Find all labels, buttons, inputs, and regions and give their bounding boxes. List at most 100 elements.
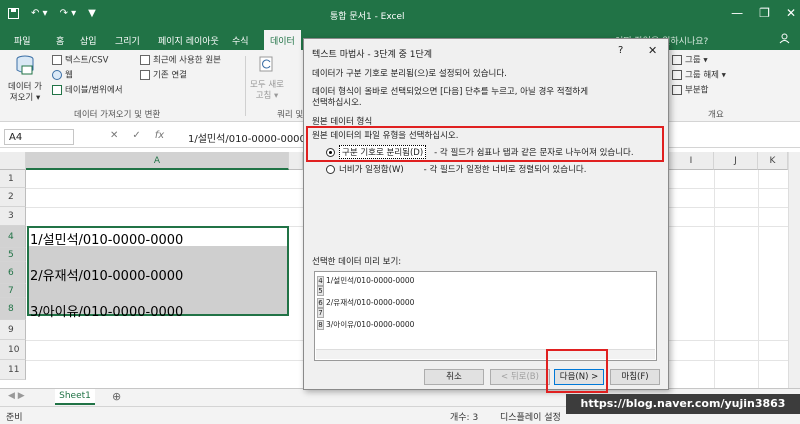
from-text-csv-button[interactable]: 텍스트/CSV bbox=[52, 55, 108, 67]
preview-row-text: 3/아이유/010-0000-0000 bbox=[326, 320, 415, 329]
row-header-9[interactable]: 9 bbox=[0, 320, 26, 340]
from-web-button[interactable]: 웹 bbox=[52, 70, 73, 82]
group-label-outline: 개요 bbox=[708, 110, 724, 120]
name-box[interactable]: A4 bbox=[4, 129, 74, 145]
preview-row-text: 1/설민석/010-0000-0000 bbox=[326, 276, 415, 285]
preview-label: 선택한 데이터 미리 보기: bbox=[312, 257, 402, 267]
insert-function-icon[interactable]: fx bbox=[155, 130, 164, 141]
from-table-button[interactable]: 테이블/범위에서 bbox=[52, 85, 123, 97]
tab-data[interactable]: 데이터 bbox=[264, 30, 301, 50]
formula-bar-buttons: ✕ ✓ fx bbox=[110, 130, 164, 141]
row-header-4[interactable]: 4 bbox=[0, 226, 26, 248]
recent-sources-icon bbox=[140, 55, 150, 65]
redo-button[interactable]: ↷ ▾ bbox=[60, 8, 77, 22]
subtotal-button[interactable]: 부분합 bbox=[672, 85, 708, 97]
subtotal-icon bbox=[672, 85, 682, 95]
group-label: 그룹 ▾ bbox=[685, 55, 708, 66]
radio-delimited-desc: - 각 필드가 쉼표나 탭과 같은 문자로 나누어져 있습니다. bbox=[434, 148, 634, 158]
column-header-a[interactable]: A bbox=[26, 152, 289, 170]
select-all-corner[interactable] bbox=[0, 152, 26, 170]
preview-row-number: 8 bbox=[317, 320, 324, 330]
radio-unselected-icon bbox=[326, 164, 335, 174]
gridline bbox=[714, 170, 715, 388]
dialog-close-button[interactable]: ✕ bbox=[648, 44, 657, 57]
group-icon bbox=[672, 55, 682, 65]
confirm-entry-icon[interactable]: ✓ bbox=[132, 130, 140, 141]
help-button[interactable]: ? bbox=[618, 45, 623, 56]
user-icon[interactable] bbox=[779, 33, 790, 47]
vertical-scrollbar[interactable] bbox=[788, 152, 800, 388]
status-count: 개수: 3 bbox=[450, 413, 479, 423]
sheet-tab-sheet1[interactable]: Sheet1 bbox=[55, 389, 95, 405]
refresh-all-label: 모두 새로 고침 ▾ bbox=[250, 80, 284, 101]
maximize-button[interactable]: ❐ bbox=[759, 6, 770, 20]
group-divider bbox=[245, 56, 246, 116]
undo-button[interactable]: ↶ ▾ bbox=[31, 8, 48, 22]
radio-selected-icon bbox=[326, 147, 335, 157]
minimize-button[interactable]: — bbox=[731, 6, 743, 20]
status-ready: 준비 bbox=[6, 413, 23, 423]
tab-draw[interactable]: 그리기 bbox=[115, 34, 140, 47]
window-controls: — ❐ ✕ bbox=[731, 6, 796, 20]
existing-connections-button[interactable]: 기존 연결 bbox=[140, 70, 187, 82]
add-sheet-button[interactable]: ⊕ bbox=[112, 390, 121, 403]
cell-a4[interactable]: 1/설민석/010-0000-0000 bbox=[30, 229, 183, 248]
finish-button[interactable]: 마침(F) bbox=[610, 369, 660, 385]
title-bar: ↶ ▾ ↷ ▾ ▼ 통합 문서1 - Excel — ❐ ✕ bbox=[0, 0, 800, 30]
refresh-icon bbox=[259, 56, 273, 72]
from-web-label: 웹 bbox=[65, 70, 73, 81]
radio-delimited-label: 구분 기호로 분리됨(D) bbox=[339, 145, 427, 159]
cell-a6[interactable]: 2/유재석/010-0000-0000 bbox=[30, 265, 183, 284]
red-highlight-next bbox=[546, 349, 608, 393]
dialog-info-line-1: 데이터가 구분 기호로 분리됨(으)로 설정되어 있습니다. bbox=[312, 69, 507, 79]
ungroup-button[interactable]: 그룹 해제 ▾ bbox=[672, 70, 726, 82]
column-header-i[interactable]: I bbox=[669, 152, 714, 170]
globe-icon bbox=[52, 70, 62, 80]
tab-page-layout[interactable]: 페이지 레이아웃 bbox=[158, 34, 219, 47]
radio-delimited[interactable]: 구분 기호로 분리됨(D) - 각 필드가 쉼표나 탭과 같은 문자로 나누어져… bbox=[326, 145, 634, 159]
tab-formulas[interactable]: 수식 bbox=[232, 34, 249, 47]
row-header-5[interactable]: 5 bbox=[0, 248, 26, 262]
customize-qat-button[interactable]: ▼ bbox=[88, 8, 96, 22]
column-header-k[interactable]: K bbox=[758, 152, 788, 170]
refresh-all-button[interactable]: 모두 새로 고침 ▾ bbox=[250, 54, 284, 102]
row-header-1[interactable]: 1 bbox=[0, 170, 26, 188]
tab-insert[interactable]: 삽입 bbox=[80, 34, 97, 47]
from-table-label: 테이블/범위에서 bbox=[65, 85, 123, 96]
existing-connections-label: 기존 연결 bbox=[153, 70, 187, 81]
gridline bbox=[758, 170, 759, 388]
back-button[interactable]: < 뒤로(B) bbox=[490, 369, 550, 385]
cell-a8[interactable]: 3/아이유/010-0000-0000 bbox=[30, 301, 183, 320]
close-button[interactable]: ✕ bbox=[786, 6, 796, 20]
tab-home[interactable]: 홈 bbox=[56, 34, 64, 47]
row-header-2[interactable]: 2 bbox=[0, 188, 26, 207]
column-header-hidden bbox=[289, 152, 303, 170]
row-header-11[interactable]: 11 bbox=[0, 360, 26, 380]
recent-sources-button[interactable]: 최근에 사용한 원본 bbox=[140, 55, 221, 67]
row-header-3[interactable]: 3 bbox=[0, 207, 26, 226]
status-display-settings[interactable]: 디스플레이 설정 bbox=[500, 410, 561, 423]
tab-file[interactable]: 파일 bbox=[14, 34, 31, 47]
row-header-10[interactable]: 10 bbox=[0, 340, 26, 360]
save-icon[interactable] bbox=[8, 8, 19, 22]
cancel-button[interactable]: 취소 bbox=[424, 369, 484, 385]
cancel-entry-icon[interactable]: ✕ bbox=[110, 130, 118, 141]
group-button[interactable]: 그룹 ▾ bbox=[672, 55, 708, 67]
radio-fixed-width[interactable]: 너비가 일정함(W) - 각 필드가 일정한 너비로 정렬되어 있습니다. bbox=[326, 163, 586, 175]
column-header-j[interactable]: J bbox=[714, 152, 758, 170]
preview-row-text: 2/유재석/010-0000-0000 bbox=[326, 298, 415, 307]
row-header-8[interactable]: 8 bbox=[0, 298, 26, 320]
formula-input[interactable]: 1/설민석/010-0000-0000 bbox=[188, 130, 306, 145]
group-label-get-transform: 데이터 가져오기 및 변환 bbox=[74, 110, 161, 120]
table-icon bbox=[52, 85, 62, 95]
sheet-nav-arrows-icon[interactable]: ◀ ▶ bbox=[8, 391, 25, 401]
preview-row-number: 6 bbox=[317, 298, 324, 308]
preview-row: 6 2/유재석/010-0000-0000 bbox=[317, 297, 414, 308]
data-preview-box[interactable]: 4 1/설민석/010-0000-0000 5 6 2/유재석/010-0000-0… bbox=[314, 271, 657, 361]
preview-row: 8 3/아이유/010-0000-0000 bbox=[317, 319, 414, 330]
row-header-6[interactable]: 6 bbox=[0, 262, 26, 284]
dialog-info-line-2: 데이터 형식이 올바로 선택되었으면 [다음] 단추를 누르고, 아닐 경우 적… bbox=[312, 87, 589, 97]
row-header-7[interactable]: 7 bbox=[0, 284, 26, 298]
text-import-wizard-dialog: 텍스트 마법사 - 3단계 중 1단계 ? ✕ 데이터가 구분 기호로 분리됨(… bbox=[303, 38, 669, 393]
get-data-button[interactable]: 데이터 가 져오기 ▾ bbox=[6, 54, 44, 104]
